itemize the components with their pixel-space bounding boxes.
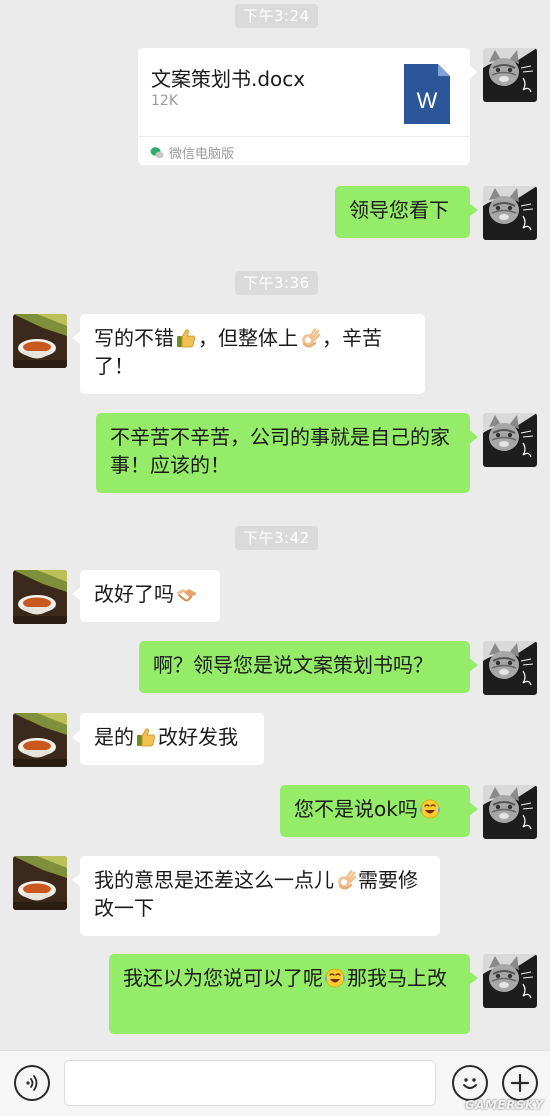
message-text: 写的不错 [94, 326, 174, 350]
contact-avatar[interactable] [13, 856, 67, 910]
my-avatar[interactable] [483, 413, 537, 467]
my-message-bubble[interactable]: 您不是说ok吗 [280, 785, 478, 837]
plus-icon [510, 1073, 530, 1093]
contact-message-bubble[interactable]: 改好了吗 [72, 570, 220, 622]
my-message-bubble[interactable]: 不辛苦不辛苦，公司的事就是自己的家事！应该的！ [96, 413, 478, 493]
file-message-card[interactable]: 文案策划书.docx 12K W 微信电脑版 [138, 48, 478, 165]
contact-avatar[interactable] [13, 314, 67, 368]
ok-hand-emoji-icon [299, 327, 321, 349]
tears-of-joy-emoji-icon [419, 798, 441, 820]
tears-of-joy-emoji-icon [324, 967, 346, 989]
handshake-emoji-icon [175, 583, 197, 605]
timestamp: 下午3:36 [235, 271, 318, 295]
chat-area: 下午3:24 文案策划书.docx 12K W 微信电脑版 领导您看下 下午3:… [0, 0, 550, 1050]
my-avatar[interactable] [483, 954, 537, 1008]
timestamp: 下午3:24 [235, 4, 318, 28]
emoji-button[interactable] [452, 1065, 488, 1101]
thumbs-up-emoji-icon [175, 327, 197, 349]
more-button[interactable] [502, 1065, 538, 1101]
file-source-label: 微信电脑版 [169, 147, 235, 162]
divider [138, 136, 470, 137]
my-avatar[interactable] [483, 186, 537, 240]
my-avatar[interactable] [483, 641, 537, 695]
message-input[interactable] [64, 1060, 436, 1106]
my-avatar[interactable] [483, 785, 537, 839]
my-message-bubble[interactable]: 领导您看下 [335, 186, 478, 238]
message-text: 我还以为您说可以了呢 [123, 966, 323, 990]
timestamp: 下午3:42 [235, 526, 318, 550]
message-text: ，但整体上 [198, 326, 298, 350]
file-size: 12K [151, 93, 178, 109]
input-bar: GAMERSKY [0, 1050, 550, 1116]
message-text: 那我马上改 [347, 966, 447, 990]
thumbs-up-emoji-icon [135, 726, 157, 748]
my-message-bubble[interactable]: 我还以为您说可以了呢 那我马上改 [109, 954, 478, 1034]
message-text: 我的意思是还差这么一点儿 [94, 868, 334, 892]
contact-avatar[interactable] [13, 570, 67, 624]
file-name: 文案策划书.docx [151, 67, 306, 91]
emoji-icon [463, 1078, 477, 1089]
message-text: 改好了吗 [94, 582, 174, 606]
file-source: 微信电脑版 [150, 143, 234, 162]
ok-hand-emoji-icon [335, 869, 357, 891]
watermark: GAMERSKY [464, 1098, 544, 1112]
contact-message-bubble[interactable]: 写的不错 ，但整体上 ，辛苦了！ [72, 314, 425, 394]
message-text: 改好发我 [158, 725, 238, 749]
voice-button[interactable] [14, 1065, 50, 1101]
voice-icon [26, 1075, 38, 1091]
contact-message-bubble[interactable]: 是的 改好发我 [72, 713, 264, 765]
message-text: 您不是说ok吗 [294, 797, 418, 821]
word-document-icon: W [404, 64, 450, 124]
contact-avatar[interactable] [13, 713, 67, 767]
contact-message-bubble[interactable]: 我的意思是还差这么一点儿 需要修改一下 [72, 856, 440, 936]
my-message-bubble[interactable]: 啊？领导您是说文案策划书吗？ [139, 641, 478, 693]
message-text: 是的 [94, 725, 134, 749]
word-icon-letter: W [417, 88, 438, 113]
my-avatar[interactable] [483, 48, 537, 102]
wechat-logo-icon [150, 146, 164, 158]
